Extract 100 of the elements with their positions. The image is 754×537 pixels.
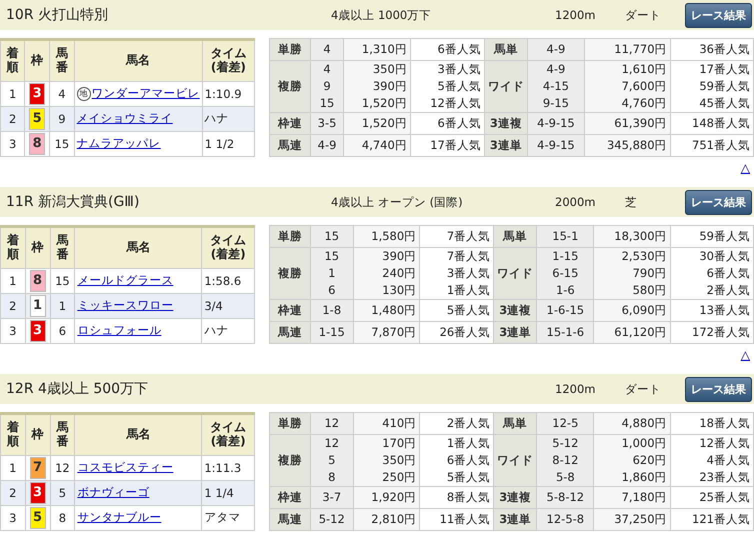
horse-number-cell: 8 [50,505,75,530]
popularity-text: 5番人気 [446,302,490,319]
combination-text: 3-7 [321,489,342,506]
bet-type-label: ワイド [484,60,528,112]
payout-amount: 170円 [381,435,416,452]
popularity-text: 6番人気 [436,115,481,132]
horse-number-cell: 1 [50,293,75,318]
frame-number: 3 [30,482,46,504]
payout-amount: 4,740円 [360,137,407,154]
payout-amount: 11,770円 [613,41,667,58]
combination-text: 5 [327,452,336,469]
popularity-text: 36番人気 [698,41,750,58]
combination-text: 4 [322,61,332,78]
combination-text: 15 [323,248,340,265]
back-to-top-link[interactable]: △ [740,161,750,175]
track-surface: ダート [625,382,662,396]
combination-text: 4 [322,41,332,58]
payout-amount: 7,180円 [620,489,667,506]
time-cell: 3/4 [202,293,254,318]
popularity-text: 148番人気 [691,115,750,132]
bet-type-label: 馬連 [270,322,310,344]
column-header: 着順 [6,47,19,74]
combination-text: 15 [318,95,336,112]
frame-number: 8 [30,270,46,292]
popularity-text: 751番人気 [691,137,750,154]
rank-cell: 1 [0,81,25,106]
column-header: 着順 [6,234,19,261]
combination-text: 15-1-6 [546,324,586,341]
race-title: 10R 火打山特別 [6,6,109,24]
combination-text: 4-9 [316,137,338,154]
time-cell: 1 1/4 [202,480,254,506]
track-surface: ダート [625,8,662,22]
combination-text: 15 [323,228,340,245]
horse-number-cell: 15 [50,131,74,156]
column-header: 馬名 [126,240,150,254]
column-header: タイム (着差) [210,46,246,74]
combination-text: 1-8 [321,302,342,319]
local-horse-badge: 地 [76,87,91,102]
time-cell: ハナ [202,106,254,132]
popularity-text: 26番人気 [438,324,490,341]
horse-number-cell: 6 [50,318,75,344]
combination-text: 12-5 [551,415,580,432]
payout-amount: 6,090円 [620,302,667,319]
horse-name-link[interactable]: ワンダーアマービレ [92,86,200,100]
rank-cell: 1 [0,268,26,294]
horse-number-cell: 12 [50,455,75,480]
payout-amount: 4,760円 [620,95,667,112]
popularity-text: 3番人気 [446,265,490,282]
combination-text: 5-8 [554,469,576,486]
bet-type-label: 枠連 [270,486,310,508]
popularity-text: 59番人気 [698,228,750,245]
frame-number: 3 [29,82,46,105]
payout-amount: 350円 [381,452,416,469]
bet-type-label: ワイド [494,434,537,486]
combination-text: 9 [322,78,332,95]
payout-amount: 790円 [632,265,667,282]
popularity-text: 7番人気 [446,248,490,265]
race-conditions: 4歳以上 オープン (国際) [331,194,463,208]
popularity-text: 12番人気 [698,435,750,452]
back-to-top-link[interactable]: △ [740,348,750,362]
bet-type-label: 馬連 [270,134,310,156]
payout-amount: 1,520円 [360,95,407,112]
combination-text: 4-9 [546,41,566,58]
payout-amount: 580円 [632,282,667,299]
rank-cell: 3 [0,505,26,530]
popularity-text: 13番人気 [698,302,750,319]
time-cell: 1 1/2 [202,131,254,156]
race-result-button[interactable]: レース結果 [685,376,752,402]
popularity-text: 121番人気 [691,511,750,528]
combination-text: 1-6 [554,282,576,299]
race-distance: 1200m [555,8,596,22]
combination-text: 5-12 [551,435,580,452]
bet-type-label: 馬単 [494,226,537,248]
column-header: 馬番 [56,234,68,261]
column-header: タイム (着差) [210,420,246,448]
popularity-text: 6番人気 [446,452,490,469]
race-result-button[interactable]: レース結果 [685,2,752,28]
horse-number-cell: 4 [50,81,74,106]
rank-cell: 1 [0,455,26,480]
combination-text: 12 [323,415,340,432]
payout-amount: 1,920円 [370,489,416,506]
frame-number: 5 [29,108,46,130]
payout-amount: 1,860円 [620,469,667,486]
bet-type-label: 複勝 [270,248,310,300]
frame-number: 7 [30,456,46,479]
combination-text: 12 [323,435,340,452]
combination-text: 1-15 [318,324,346,341]
payout-amount: 7,600円 [620,78,667,95]
time-cell: 1:11.3 [202,455,254,480]
popularity-text: 1番人気 [446,435,490,452]
combination-text: 9-15 [542,95,570,112]
popularity-text: 23番人気 [698,469,750,486]
popularity-text: 8番人気 [446,489,490,506]
bet-type-label: 3連単 [494,508,537,530]
race-result-button[interactable]: レース結果 [685,190,752,214]
popularity-text: 25番人気 [698,489,750,506]
payout-amount: 130円 [381,282,416,299]
horse-number-cell: 15 [50,268,75,294]
bet-type-label: 馬単 [484,38,528,60]
bet-type-label: 単勝 [270,226,310,248]
